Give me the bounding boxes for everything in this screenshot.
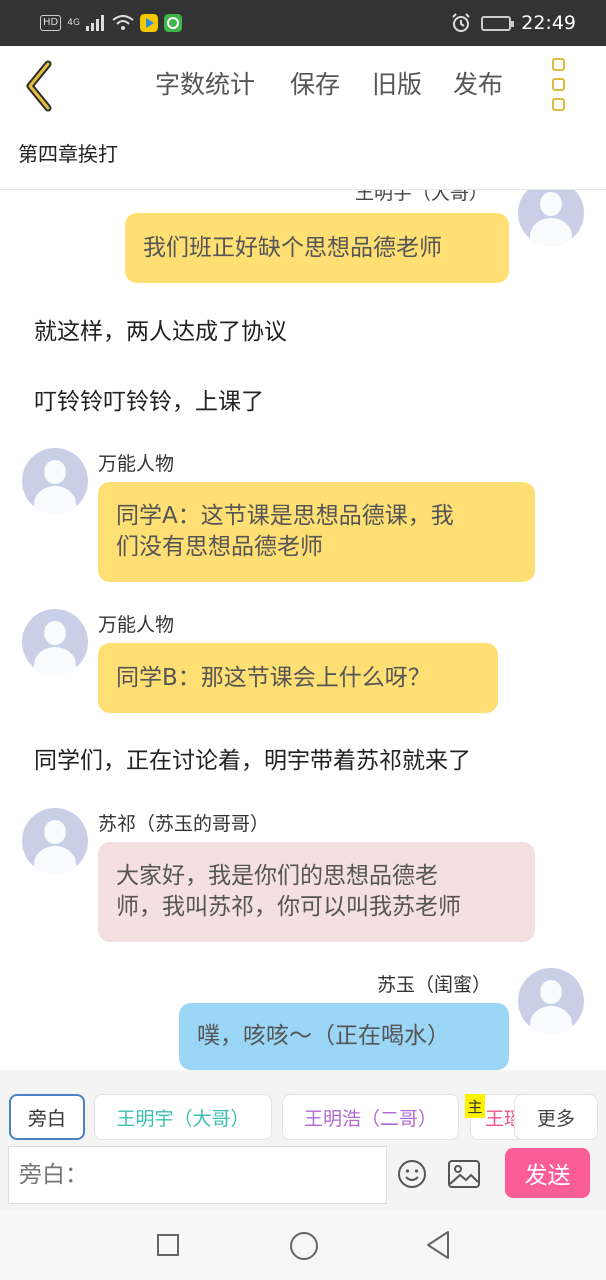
chip-label: 更多 (536, 1107, 575, 1130)
speaker-name: 苏祁（苏玉的哥哥） (98, 813, 270, 835)
message-bubble[interactable]: 同学A：这节课是思想品德课，我 们没有思想品德老师 (98, 482, 535, 582)
narration-text[interactable]: 同学们，正在讨论着，明宇带着苏祁就来了 (34, 741, 471, 775)
more-characters-button[interactable]: 更多 (514, 1094, 598, 1140)
status-icons-left: HD 4G (40, 12, 182, 34)
character-selector: 旁白 王明宇（大哥） 王明浩（二哥） 王瑶 主 更多 (0, 1070, 606, 1146)
narration-text[interactable]: 叮铃铃叮铃铃，上课了 (34, 382, 264, 416)
character-chip-wang-mingyu[interactable]: 王明宇（大哥） (94, 1094, 272, 1140)
editor-toolbar: 字数统计 保存 旧版 发布 (0, 46, 606, 126)
save-button[interactable]: 保存 (290, 68, 340, 102)
character-chip-wang-minghao[interactable]: 王明浩（二哥） (282, 1094, 459, 1140)
chat-area[interactable]: 王明宇（大哥） 我们班正好缺个思想品德老师 就这样，两人达成了协议 叮铃铃叮铃铃… (0, 190, 606, 1070)
status-bar: HD 4G 22:49 (0, 0, 606, 46)
message-text: 们没有思想品德老师 (116, 534, 323, 560)
message-text: 我们班正好缺个思想品德老师 (143, 234, 442, 261)
image-icon[interactable] (448, 1160, 480, 1188)
smiley-icon[interactable] (397, 1159, 427, 1189)
signal-label: 4G (67, 18, 80, 28)
message-bubble[interactable]: 噗，咳咳～（正在喝水） (179, 1003, 509, 1070)
send-button[interactable]: 发送 (505, 1148, 590, 1198)
recent-apps-icon[interactable] (157, 1234, 179, 1256)
message-text: 同学A：这节课是思想品德课，我 (116, 503, 454, 529)
avatar[interactable] (518, 968, 584, 1034)
status-icons-right: 22:49 (451, 10, 576, 36)
message-bubble[interactable]: 同学B：那这节课会上什么呀？ (98, 643, 498, 713)
message-text: 大家好，我是你们的思想品德老 (116, 863, 438, 889)
chevron-left-icon[interactable] (18, 58, 62, 114)
chip-label: 王明宇（大哥） (116, 1107, 250, 1130)
composer: 发送 (0, 1146, 606, 1210)
avatar[interactable] (22, 808, 88, 874)
word-count-button[interactable]: 字数统计 (155, 68, 255, 102)
message-text: 噗，咳咳～（正在喝水） (197, 1023, 450, 1049)
battery-icon (481, 15, 515, 31)
home-icon[interactable] (290, 1232, 318, 1260)
message-input[interactable] (8, 1146, 387, 1204)
video-app-icon (139, 14, 158, 32)
wifi-icon (112, 15, 134, 30)
system-nav-bar (0, 1210, 606, 1280)
chip-label: 王明浩（二哥） (303, 1107, 437, 1130)
hd-icon: HD (40, 15, 62, 31)
chip-label: 旁白 (27, 1107, 66, 1130)
message-bubble[interactable]: 大家好，我是你们的思想品德老 师，我叫苏祁，你可以叫我苏老师 (98, 842, 535, 942)
speaker-name: 万能人物 (98, 614, 175, 636)
avatar[interactable] (518, 190, 584, 246)
message-text: 师，我叫苏祁，你可以叫我苏老师 (116, 894, 461, 920)
character-chip-narrator[interactable]: 旁白 (9, 1094, 85, 1140)
message-text: 同学B：那这节课会上什么呀？ (116, 664, 431, 691)
vertical-dots-icon[interactable] (545, 58, 571, 116)
alarm-icon (452, 13, 470, 32)
back-icon[interactable] (425, 1230, 451, 1260)
main-character-badge: 主 (465, 1094, 485, 1118)
publish-button[interactable]: 发布 (453, 68, 503, 102)
message-bubble[interactable]: 我们班正好缺个思想品德老师 (125, 213, 509, 283)
old-version-button[interactable]: 旧版 (372, 68, 422, 102)
narration-text[interactable]: 就这样，两人达成了协议 (34, 312, 287, 346)
avatar[interactable] (22, 448, 88, 514)
speaker-name: 苏玉（闺蜜） (377, 974, 492, 996)
status-time: 22:49 (521, 12, 576, 34)
speaker-name: 王明宇（大哥） (355, 190, 489, 204)
speaker-name: 万能人物 (98, 453, 175, 475)
avatar[interactable] (22, 609, 88, 675)
game-app-icon (163, 14, 182, 32)
chapter-title[interactable]: 第四章挨打 (18, 138, 118, 167)
signal-icon (85, 15, 104, 31)
